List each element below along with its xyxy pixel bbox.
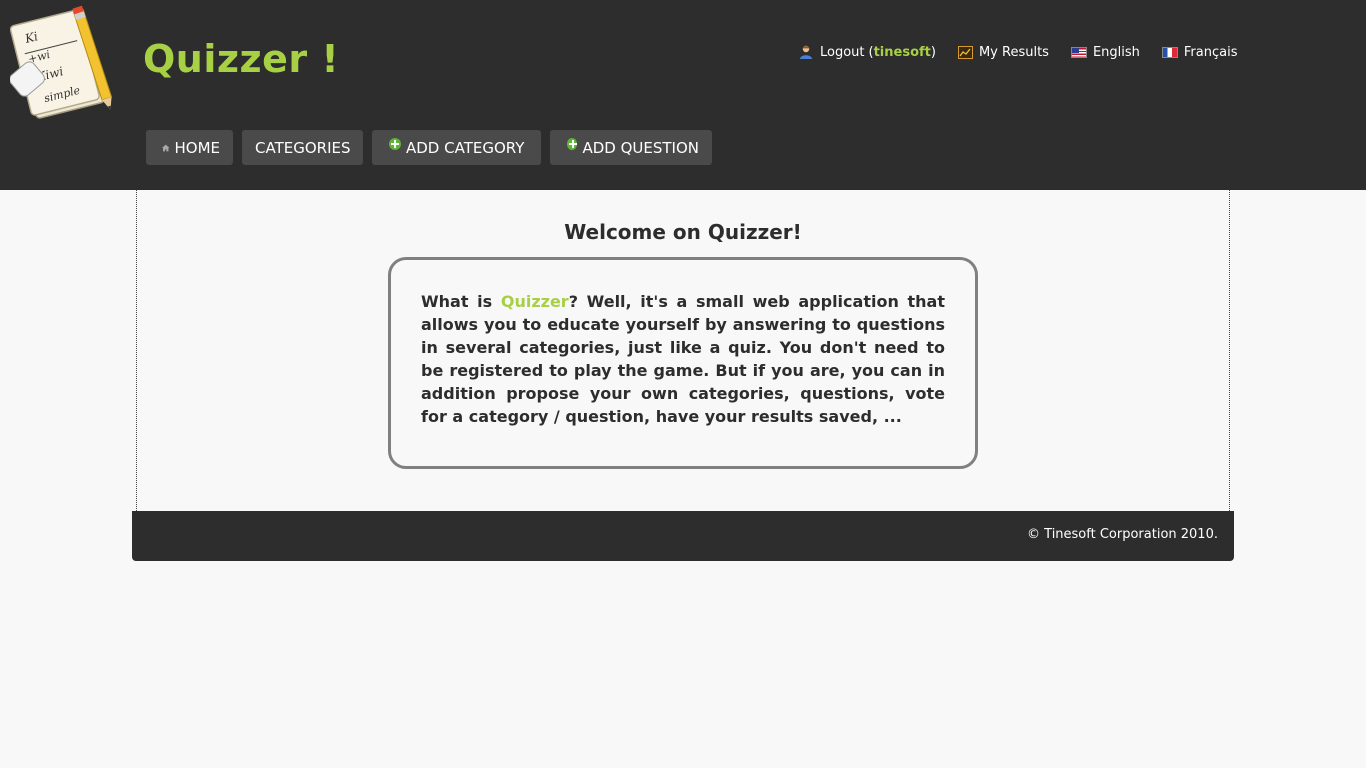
home-icon: [162, 144, 170, 151]
logout-link[interactable]: Logout ( tinesoft ): [798, 45, 936, 60]
intro-app-name: Quizzer: [500, 292, 569, 311]
notepad-pencil-icon[interactable]: Ki +wi Kiwi simple: [10, 4, 122, 120]
english-language-link[interactable]: English: [1070, 44, 1140, 60]
logout-label: Logout: [820, 44, 865, 60]
results-chart-icon: [957, 45, 973, 59]
nav-home-button[interactable]: HOME: [146, 130, 233, 165]
us-flag-icon: [1070, 46, 1087, 58]
english-label: English: [1092, 44, 1140, 60]
username-paren-close: ): [930, 44, 936, 60]
nav-add-category-button[interactable]: ADD CATEGORY: [372, 130, 541, 165]
nav-categories-label: CATEGORIES: [255, 138, 351, 157]
nav-add-question-button[interactable]: ADD QUESTION: [550, 130, 712, 165]
copyright-text: © Tinesoft Corporation 2010.: [1027, 527, 1218, 542]
nav-categories-button[interactable]: CATEGORIES: [242, 130, 363, 165]
add-circle-icon: [567, 137, 578, 150]
intro-text: What is Quizzer? Well, it's a small web …: [421, 290, 945, 428]
footer: © Tinesoft Corporation 2010.: [132, 511, 1234, 561]
username: tinesoft: [873, 44, 931, 60]
main-nav: HOME CATEGORIES ADD CATEGORY ADD QUESTIO…: [146, 130, 721, 165]
nav-add-category-label: ADD CATEGORY: [406, 138, 525, 157]
main-content: Welcome on Quizzer! What is Quizzer? Wel…: [136, 190, 1230, 511]
user-icon: [800, 45, 812, 59]
intro-body: ? Well, it's a small web application tha…: [421, 292, 945, 426]
add-circle-icon: [389, 137, 401, 150]
welcome-title: Welcome on Quizzer!: [564, 220, 802, 244]
my-results-label: My Results: [978, 44, 1049, 60]
intro-prefix: What is: [421, 292, 501, 311]
french-language-link[interactable]: Français: [1161, 44, 1238, 60]
france-flag-icon: [1161, 46, 1178, 58]
site-title[interactable]: Quizzer !: [143, 36, 339, 82]
header: Ki +wi Kiwi simple Quizzer ! Logout ( ti…: [0, 0, 1366, 190]
nav-home-label: HOME: [174, 138, 220, 157]
francais-label: Français: [1183, 44, 1238, 60]
user-links: Logout ( tinesoft ) My Results English F…: [798, 42, 1237, 62]
nav-add-question-label: ADD QUESTION: [582, 138, 699, 157]
my-results-link[interactable]: My Results: [957, 44, 1049, 60]
intro-box: What is Quizzer? Well, it's a small web …: [388, 257, 978, 469]
